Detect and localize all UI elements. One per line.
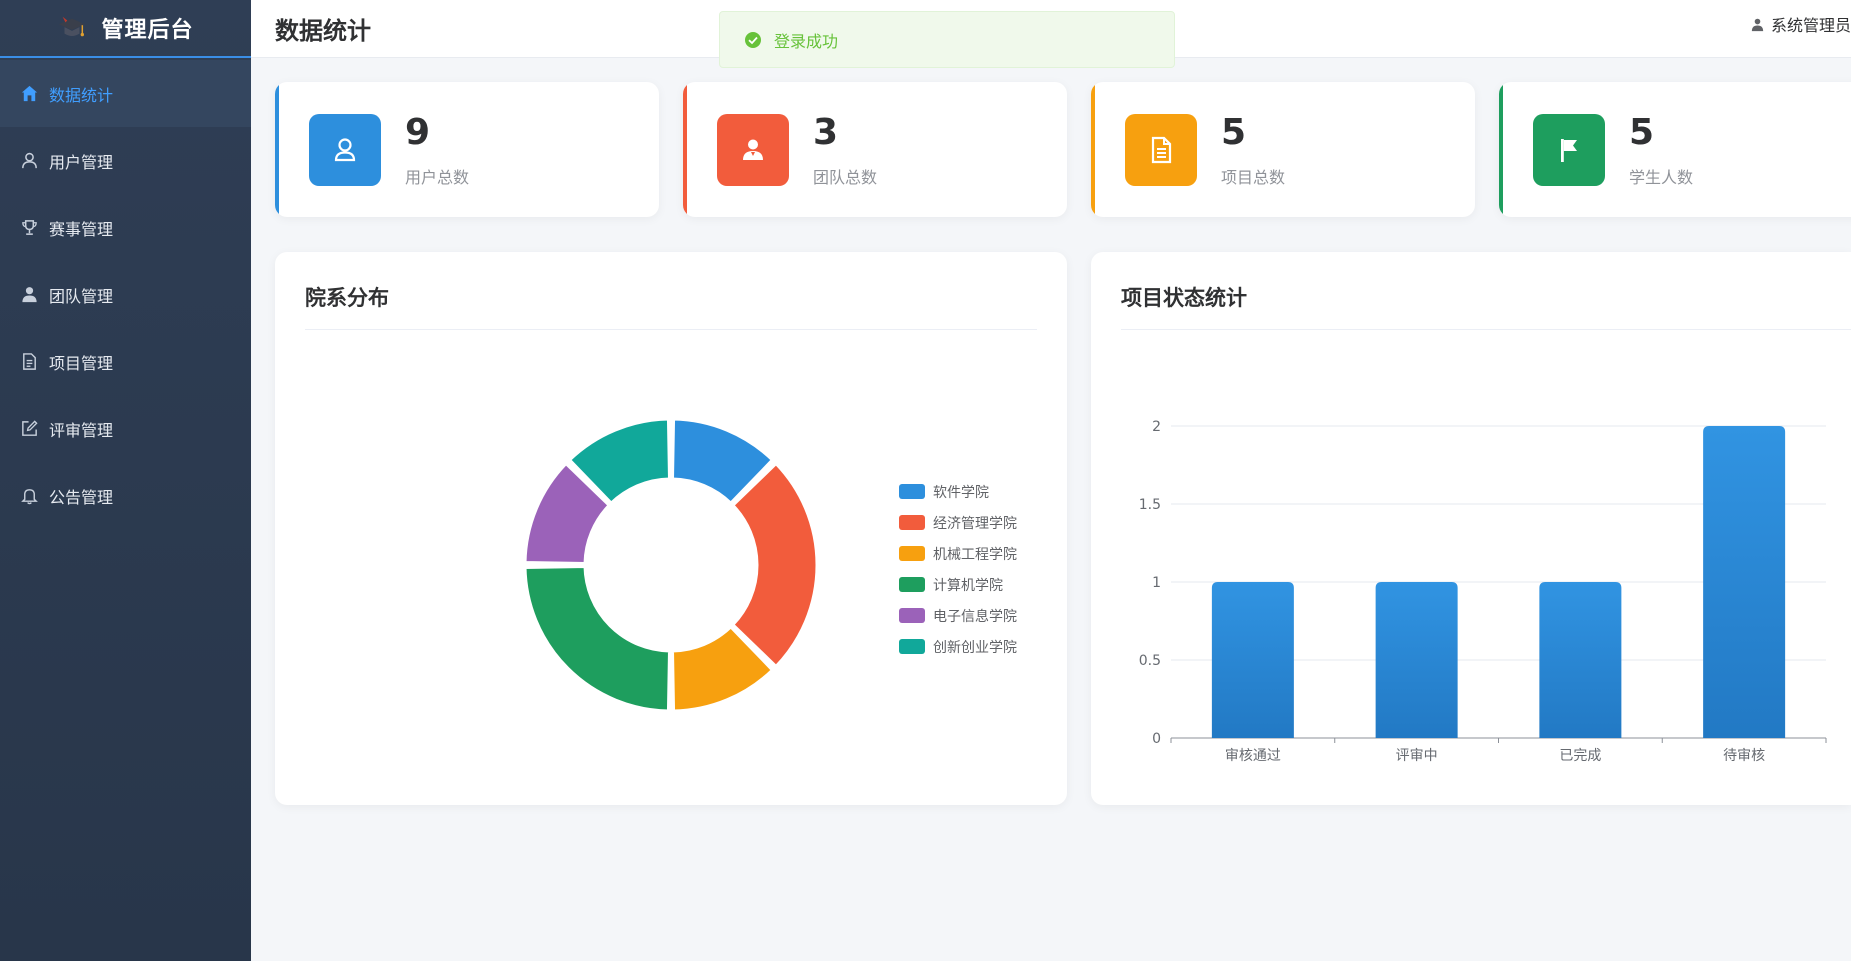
legend-swatch bbox=[899, 484, 925, 499]
legend-item[interactable]: 软件学院 bbox=[899, 476, 1017, 507]
sidebar-item-teams[interactable]: 团队管理 bbox=[0, 261, 251, 328]
x-tick-label: 待审核 bbox=[1723, 748, 1765, 764]
y-tick-label: 0 bbox=[1152, 731, 1161, 747]
check-circle-icon bbox=[745, 31, 761, 48]
stat-card-teams: 3 团队总数 bbox=[683, 82, 1067, 217]
stat-value: 5 bbox=[1629, 112, 1655, 153]
y-tick-label: 1.5 bbox=[1139, 497, 1161, 513]
brand-title: 管理后台 bbox=[101, 18, 194, 43]
sidebar-item-projects[interactable]: 项目管理 bbox=[0, 328, 251, 395]
stat-label: 项目总数 bbox=[1221, 168, 1286, 187]
page-title: 数据统计 bbox=[275, 17, 371, 45]
legend-label: 电子信息学院 bbox=[933, 608, 1017, 625]
sidebar-item-label: 赛事管理 bbox=[49, 219, 114, 239]
legend-swatch bbox=[899, 639, 925, 654]
legend-item[interactable]: 创新创业学院 bbox=[899, 631, 1017, 662]
legend-swatch bbox=[899, 577, 925, 592]
flag-icon bbox=[1561, 139, 1577, 162]
user-menu[interactable]: 系统管理员 bbox=[1750, 12, 1851, 36]
sidebar-item-label: 团队管理 bbox=[49, 286, 114, 306]
user-icon bbox=[334, 138, 356, 162]
y-tick-label: 2 bbox=[1152, 419, 1161, 435]
bell-icon bbox=[21, 489, 38, 505]
sidebar-item-label: 评审管理 bbox=[49, 420, 114, 440]
success-toast: 登录成功 bbox=[719, 11, 1175, 68]
legend-swatch bbox=[899, 608, 925, 623]
sidebar-item-label: 公告管理 bbox=[49, 487, 114, 507]
legend-swatch bbox=[899, 546, 925, 561]
stat-label: 团队总数 bbox=[813, 168, 878, 187]
x-tick-label: 已完成 bbox=[1559, 748, 1601, 764]
stat-icon-box bbox=[1125, 114, 1197, 186]
project-status-panel: 项目状态统计 0 0.5 1 1.5 2 审核通过 评审中 已完成 待审核 bbox=[1091, 252, 1851, 805]
y-tick-label: 1 bbox=[1152, 575, 1161, 591]
sidebar-item-label: 项目管理 bbox=[49, 353, 114, 373]
legend-label: 软件学院 bbox=[933, 484, 989, 501]
bar[interactable] bbox=[1211, 582, 1294, 738]
legend-label: 机械工程学院 bbox=[933, 546, 1017, 563]
stat-value: 5 bbox=[1221, 112, 1247, 153]
legend-label: 计算机学院 bbox=[933, 577, 1003, 594]
document-icon bbox=[23, 353, 36, 370]
toast-message: 登录成功 bbox=[774, 31, 839, 51]
sidebar-item-statistics[interactable]: 数据统计 bbox=[0, 60, 251, 127]
stat-value: 3 bbox=[813, 112, 839, 153]
user-icon bbox=[22, 152, 37, 169]
stat-card-users: 9 用户总数 bbox=[275, 82, 659, 217]
x-tick-label: 评审中 bbox=[1396, 748, 1438, 764]
x-tick-label: 审核通过 bbox=[1225, 748, 1281, 764]
sidebar-menu: 数据统计 用户管理 赛事管理 团队管理 项目管理 评审管理 公告管理 bbox=[0, 60, 251, 529]
graduation-cap-icon bbox=[59, 16, 86, 37]
trophy-icon bbox=[22, 220, 37, 235]
legend-item[interactable]: 电子信息学院 bbox=[899, 600, 1017, 631]
sidebar-item-announcements[interactable]: 公告管理 bbox=[0, 462, 251, 529]
bar[interactable] bbox=[1703, 426, 1786, 738]
stat-icon-box bbox=[309, 114, 381, 186]
user-icon bbox=[1751, 18, 1764, 31]
department-distribution-panel: 院系分布 软件学院 经济管理学院 机械工程学院 计算机学院 电子信息学院 创新创… bbox=[275, 252, 1067, 805]
bar-chart: 0 0.5 1 1.5 2 审核通过 评审中 已完成 待审核 bbox=[1139, 419, 1827, 764]
sidebar: 管理后台 数据统计 用户管理 赛事管理 团队管理 项目管理 评审管理 公告管理 bbox=[0, 0, 251, 961]
legend-item[interactable]: 计算机学院 bbox=[899, 569, 1017, 600]
sidebar-item-label: 数据统计 bbox=[49, 85, 114, 105]
legend-label: 经济管理学院 bbox=[933, 515, 1017, 532]
legend-item[interactable]: 经济管理学院 bbox=[899, 507, 1017, 538]
legend-swatch bbox=[899, 515, 925, 530]
pie-slice[interactable] bbox=[731, 462, 819, 668]
edit-icon bbox=[22, 420, 38, 436]
bar[interactable] bbox=[1539, 582, 1622, 738]
y-tick-label: 0.5 bbox=[1139, 653, 1161, 669]
sidebar-item-reviews[interactable]: 评审管理 bbox=[0, 395, 251, 462]
stat-card-students: 5 学生人数 bbox=[1499, 82, 1851, 217]
document-icon bbox=[1151, 136, 1172, 164]
sidebar-item-label: 用户管理 bbox=[49, 152, 114, 172]
bar[interactable] bbox=[1375, 582, 1458, 738]
stat-value: 9 bbox=[405, 112, 431, 153]
legend-item[interactable]: 机械工程学院 bbox=[899, 538, 1017, 569]
legend-label: 创新创业学院 bbox=[933, 639, 1017, 656]
sidebar-item-competitions[interactable]: 赛事管理 bbox=[0, 194, 251, 261]
pie-slice[interactable] bbox=[523, 565, 671, 713]
user-name: 系统管理员 bbox=[1770, 16, 1851, 35]
sidebar-item-users[interactable]: 用户管理 bbox=[0, 127, 251, 194]
stat-label: 用户总数 bbox=[405, 168, 470, 187]
stat-label: 学生人数 bbox=[1629, 168, 1694, 187]
home-icon bbox=[21, 85, 38, 102]
stat-icon-box bbox=[717, 114, 789, 186]
pie-legend: 软件学院 经济管理学院 机械工程学院 计算机学院 电子信息学院 创新创业学院 bbox=[899, 476, 1017, 662]
team-icon bbox=[743, 139, 763, 160]
team-icon bbox=[22, 287, 37, 303]
stat-icon-box bbox=[1533, 114, 1605, 186]
brand: 管理后台 bbox=[0, 0, 251, 58]
stat-card-projects: 5 项目总数 bbox=[1091, 82, 1475, 217]
